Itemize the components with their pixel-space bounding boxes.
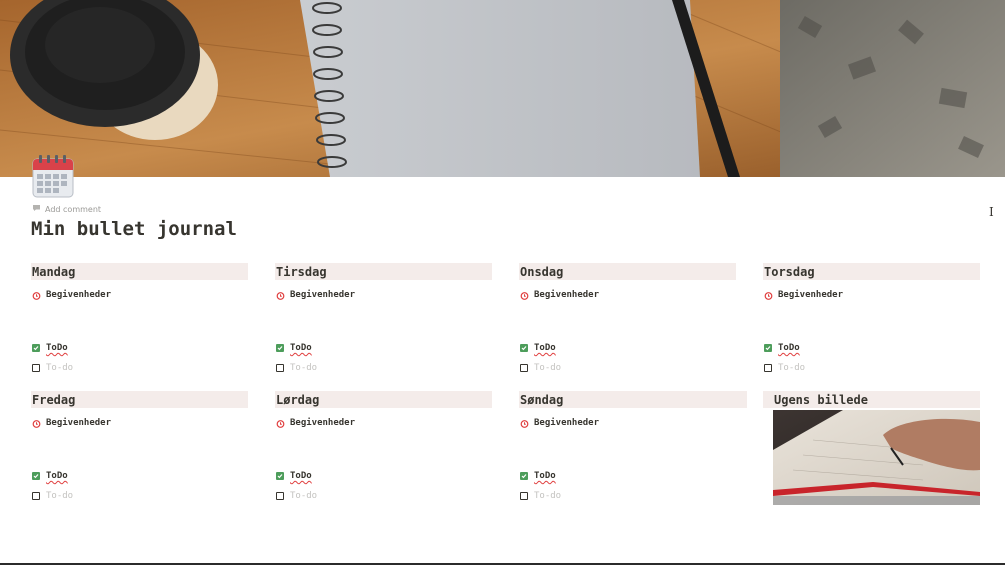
todo-label[interactable]: ToDo [46, 343, 68, 353]
day-heading[interactable]: Onsdag [519, 263, 736, 280]
events-label: Begivenheder [534, 289, 600, 300]
calendar-icon[interactable] [32, 154, 74, 198]
day-column-fredag: Fredag Begivenheder ToDo To-do [31, 391, 248, 502]
todo-item-checked[interactable]: ToDo [519, 470, 747, 482]
checkbox-checked[interactable] [276, 472, 284, 480]
events-toggle[interactable]: Begivenheder [31, 285, 248, 304]
todo-label[interactable]: ToDo [778, 343, 800, 353]
events-label: Begivenheder [46, 289, 112, 300]
todo-item-empty[interactable]: To-do [763, 362, 980, 374]
events-label: Begivenheder [534, 417, 600, 428]
cover-image[interactable] [0, 0, 1005, 177]
todo-item-checked[interactable]: ToDo [763, 342, 980, 354]
todo-item-checked[interactable]: ToDo [275, 342, 492, 354]
todo-item-empty[interactable]: To-do [275, 490, 492, 502]
todo-item-empty[interactable]: To-do [31, 362, 248, 374]
alarm-clock-icon [520, 285, 529, 304]
alarm-clock-icon [276, 285, 285, 304]
week-photo-image[interactable] [773, 410, 980, 505]
add-comment-button[interactable]: Add comment [32, 204, 101, 214]
alarm-clock-icon [764, 285, 773, 304]
todo-label[interactable]: ToDo [290, 343, 312, 353]
day-column-mandag: Mandag Begivenheder ToDo To-do [31, 263, 248, 374]
alarm-clock-icon [276, 413, 285, 432]
checkbox-checked[interactable] [520, 344, 528, 352]
hand-writing-photo [773, 410, 980, 505]
day-title: Søndag [520, 392, 564, 407]
cover-photo [0, 0, 1005, 177]
todo-item-empty[interactable]: To-do [519, 362, 736, 374]
todo-item-checked[interactable]: ToDo [519, 342, 736, 354]
events-label: Begivenheder [290, 289, 356, 300]
todo-label[interactable]: ToDo [46, 471, 68, 481]
events-label: Begivenheder [290, 417, 356, 428]
events-toggle[interactable]: Begivenheder [275, 413, 492, 432]
todo-label[interactable]: ToDo [534, 343, 556, 353]
checkbox-checked[interactable] [32, 344, 40, 352]
week-photo-title: Ugens billede [774, 392, 868, 407]
comment-icon [32, 204, 41, 214]
checkbox-unchecked[interactable] [764, 364, 772, 372]
todo-item-empty[interactable]: To-do [275, 362, 492, 374]
alarm-clock-icon [32, 285, 41, 304]
day-heading[interactable]: Fredag [31, 391, 248, 408]
day-heading[interactable]: Lørdag [275, 391, 492, 408]
day-column-torsdag: Torsdag Begivenheder ToDo To-do [763, 263, 980, 374]
day-title: Fredag [32, 392, 76, 407]
day-title: Onsdag [520, 264, 564, 279]
todo-placeholder[interactable]: To-do [534, 491, 561, 501]
day-title: Lørdag [276, 392, 320, 407]
text-cursor-icon: I [989, 205, 994, 219]
todo-placeholder[interactable]: To-do [46, 491, 73, 501]
checkbox-checked[interactable] [520, 472, 528, 480]
day-heading[interactable]: Mandag [31, 263, 248, 280]
checkbox-checked[interactable] [276, 344, 284, 352]
todo-label[interactable]: ToDo [290, 471, 312, 481]
alarm-clock-icon [32, 413, 41, 432]
checkbox-unchecked[interactable] [276, 364, 284, 372]
todo-placeholder[interactable]: To-do [534, 363, 561, 373]
checkbox-unchecked[interactable] [32, 492, 40, 500]
todo-placeholder[interactable]: To-do [290, 491, 317, 501]
events-toggle[interactable]: Begivenheder [519, 285, 736, 304]
add-comment-label: Add comment [45, 204, 102, 214]
todo-item-checked[interactable]: ToDo [31, 470, 248, 482]
day-column-onsdag: Onsdag Begivenheder ToDo To-do [519, 263, 736, 374]
week-photo-column: Ugens billede [763, 391, 980, 505]
alarm-clock-icon [520, 413, 529, 432]
page-title[interactable]: Min bullet journal [31, 218, 237, 240]
todo-item-empty[interactable]: To-do [519, 490, 747, 502]
checkbox-checked[interactable] [32, 472, 40, 480]
checkbox-unchecked[interactable] [520, 492, 528, 500]
checkbox-checked[interactable] [764, 344, 772, 352]
week-photo-heading[interactable]: Ugens billede [763, 391, 980, 408]
events-toggle[interactable]: Begivenheder [31, 413, 248, 432]
events-label: Begivenheder [778, 289, 844, 300]
todo-item-empty[interactable]: To-do [31, 490, 248, 502]
events-label: Begivenheder [46, 417, 112, 428]
day-column-lordag: Lørdag Begivenheder ToDo To-do [275, 391, 492, 502]
checkbox-unchecked[interactable] [32, 364, 40, 372]
checkbox-unchecked[interactable] [520, 364, 528, 372]
day-title: Tirsdag [276, 264, 327, 279]
events-toggle[interactable]: Begivenheder [763, 285, 980, 304]
events-toggle[interactable]: Begivenheder [275, 285, 492, 304]
todo-placeholder[interactable]: To-do [290, 363, 317, 373]
day-heading[interactable]: Torsdag [763, 263, 980, 280]
todo-item-checked[interactable]: ToDo [31, 342, 248, 354]
day-heading[interactable]: Tirsdag [275, 263, 492, 280]
day-heading[interactable]: Søndag [519, 391, 747, 408]
checkbox-unchecked[interactable] [276, 492, 284, 500]
events-toggle[interactable]: Begivenheder [519, 413, 747, 432]
day-title: Torsdag [764, 264, 815, 279]
day-column-sondag: Søndag Begivenheder ToDo To-do [519, 391, 747, 502]
todo-placeholder[interactable]: To-do [778, 363, 805, 373]
todo-item-checked[interactable]: ToDo [275, 470, 492, 482]
day-title: Mandag [32, 264, 76, 279]
todo-placeholder[interactable]: To-do [46, 363, 73, 373]
day-column-tirsdag: Tirsdag Begivenheder ToDo To-do [275, 263, 492, 374]
todo-label[interactable]: ToDo [534, 471, 556, 481]
